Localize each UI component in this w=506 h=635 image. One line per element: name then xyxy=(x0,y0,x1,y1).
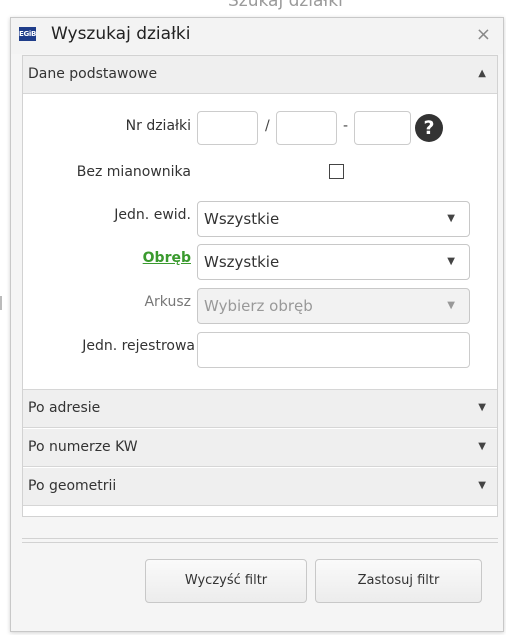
chevron-down-icon: ▼ xyxy=(447,213,455,224)
section-kw-label: Po numerze KW xyxy=(28,439,138,455)
nr-dzialki-numerator-input[interactable] xyxy=(197,111,258,145)
help-icon[interactable]: ? xyxy=(415,114,443,142)
section-basic-body: Nr działki / - ? Bez mianownika Jedn. ew… xyxy=(23,94,497,390)
dialog-titlebar[interactable]: EGiB Wyszukaj działki × xyxy=(11,18,503,54)
chevron-down-icon: ▼ xyxy=(447,256,455,267)
bez-mianownika-checkbox[interactable] xyxy=(329,164,344,179)
chevron-down-icon: ▼ xyxy=(447,300,455,311)
arkusz-value: Wybierz obręb xyxy=(204,297,313,315)
section-kw-header[interactable]: Po numerze KW ▼ xyxy=(23,429,497,467)
jedn-rejestrowa-label: Jedn. rejestrowa xyxy=(82,338,195,354)
section-geometry-label: Po geometrii xyxy=(28,478,117,494)
clear-filter-button[interactable]: Wyczyść filtr xyxy=(145,559,307,603)
bez-mianownika-label: Bez mianownika xyxy=(76,164,191,180)
jedn-rejestrowa-input[interactable] xyxy=(197,332,470,368)
apply-filter-button[interactable]: Zastosuj filtr xyxy=(315,559,482,603)
nr-dzialki-suffix-input[interactable] xyxy=(354,111,411,145)
section-basic-label: Dane podstawowe xyxy=(28,66,158,82)
footer-divider-2 xyxy=(22,542,498,543)
chevron-down-icon: ▼ xyxy=(478,480,486,491)
egib-logo-icon: EGiB xyxy=(19,27,36,41)
chevron-up-icon: ▲ xyxy=(478,68,486,79)
section-geometry-header[interactable]: Po geometrii ▼ xyxy=(23,468,497,506)
jedn-ewid-select[interactable]: Wszystkie ▼ xyxy=(197,201,470,237)
footer-divider xyxy=(22,538,498,539)
jedn-ewid-label: Jedn. ewid. xyxy=(114,207,191,223)
dialog-title: Wyszukaj działki xyxy=(51,24,191,44)
nr-dzialki-denominator-input[interactable] xyxy=(276,111,337,145)
background-edge xyxy=(0,296,2,310)
obreb-link[interactable]: Obręb xyxy=(143,250,191,266)
background-title: Szukaj działki xyxy=(228,0,343,11)
obreb-value: Wszystkie xyxy=(204,253,280,271)
slash-separator: / xyxy=(265,118,270,134)
arkusz-select: Wybierz obręb ▼ xyxy=(197,288,470,324)
dash-separator: - xyxy=(343,118,349,134)
chevron-down-icon: ▼ xyxy=(478,402,486,413)
accordion: Dane podstawowe ▲ Nr działki / - ? Bez m… xyxy=(22,55,498,517)
obreb-select[interactable]: Wszystkie ▼ xyxy=(197,244,470,280)
section-basic-header[interactable]: Dane podstawowe ▲ xyxy=(23,56,497,94)
nr-dzialki-label: Nr działki xyxy=(125,118,191,134)
section-address-header[interactable]: Po adresie ▼ xyxy=(23,390,497,428)
section-address-label: Po adresie xyxy=(28,400,101,416)
close-icon[interactable]: × xyxy=(476,25,491,45)
search-parcels-dialog: EGiB Wyszukaj działki × Dane podstawowe … xyxy=(10,17,504,632)
jedn-ewid-value: Wszystkie xyxy=(204,210,280,228)
chevron-down-icon: ▼ xyxy=(478,441,486,452)
arkusz-label: Arkusz xyxy=(144,294,191,310)
